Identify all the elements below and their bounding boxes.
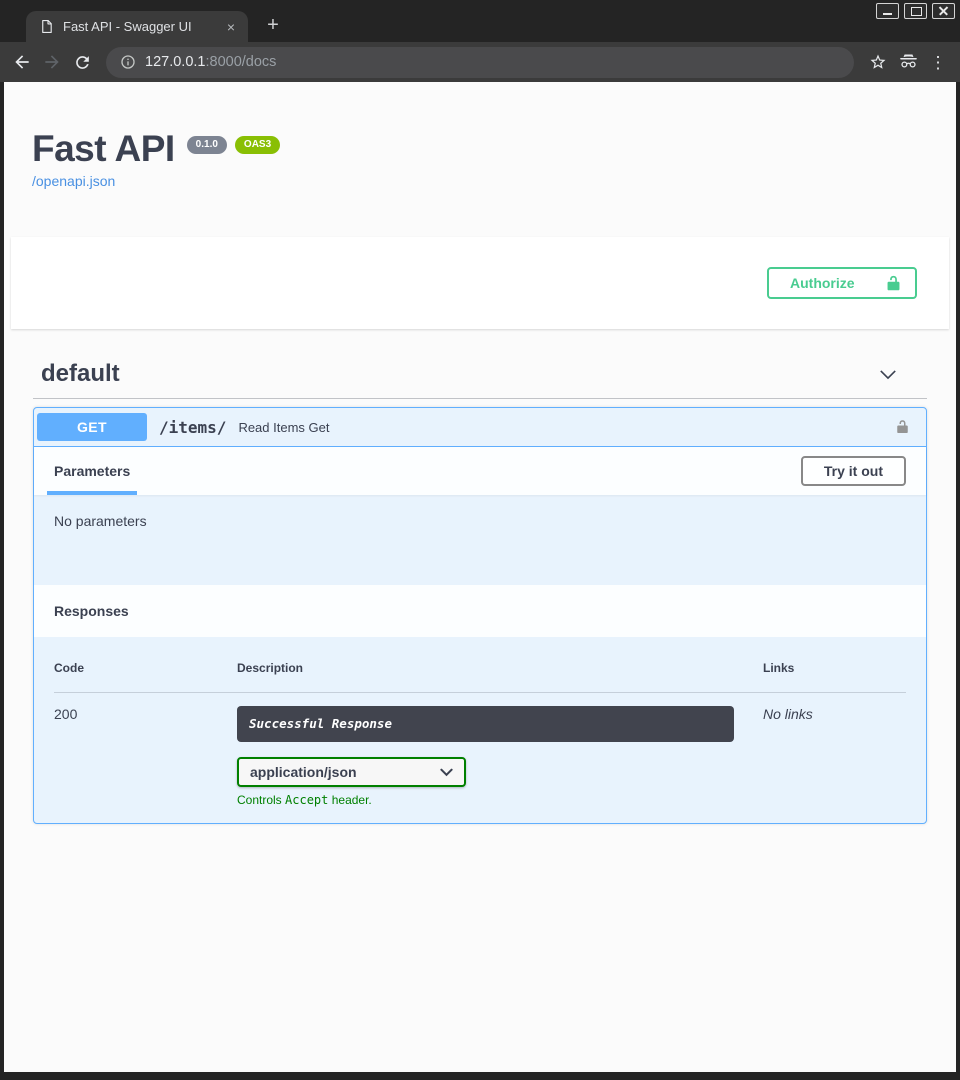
reload-icon[interactable] xyxy=(70,50,94,74)
window-bottom-frame xyxy=(0,1072,960,1080)
accept-note-code: Accept xyxy=(285,793,328,807)
tag-section-header[interactable]: default xyxy=(33,360,927,399)
incognito-icon xyxy=(896,50,920,74)
tab-close-icon[interactable]: × xyxy=(224,20,238,34)
operations-wrapper: default GET /items/ Read Items Get Param… xyxy=(4,360,956,824)
header-links: Links xyxy=(763,661,906,675)
page-title: Fast API xyxy=(32,129,175,169)
minimize-button[interactable] xyxy=(876,3,899,19)
authorize-button[interactable]: Authorize xyxy=(767,267,917,299)
chevron-down-icon[interactable] xyxy=(879,369,897,380)
window-controls xyxy=(876,3,955,19)
version-badge: 0.1.0 xyxy=(187,136,227,154)
browser-toolbar: 127.0.0.1:8000/docs ⋮ xyxy=(0,42,960,82)
address-bar[interactable]: 127.0.0.1:8000/docs xyxy=(106,47,854,78)
openapi-spec-link[interactable]: /openapi.json xyxy=(32,173,115,189)
responses-title: Responses xyxy=(54,603,129,619)
operation-summary-text: Read Items Get xyxy=(238,420,329,435)
url-host: 127.0.0.1 xyxy=(145,54,205,70)
parameters-header: Parameters Try it out xyxy=(34,447,926,495)
header-description: Description xyxy=(237,661,763,675)
responses-body: Code Description Links 200 Successful Re… xyxy=(34,637,926,823)
bookmark-star-icon[interactable] xyxy=(866,50,890,74)
select-chevron-icon xyxy=(440,768,453,777)
url-path: :8000/docs xyxy=(205,54,276,70)
responses-header: Responses xyxy=(34,585,926,637)
browser-titlebar: Fast API - Swagger UI × + xyxy=(0,0,960,42)
tab-title: Fast API - Swagger UI xyxy=(63,19,224,34)
info-icon[interactable] xyxy=(120,54,136,70)
method-badge: GET xyxy=(37,413,147,441)
url-text: 127.0.0.1:8000/docs xyxy=(145,54,276,70)
swagger-page: Fast API 0.1.0 OAS3 /openapi.json Author… xyxy=(4,82,956,1072)
scheme-container: Authorize xyxy=(11,237,949,329)
authorize-label: Authorize xyxy=(790,275,855,291)
new-tab-button[interactable]: + xyxy=(260,13,286,39)
oas3-badge: OAS3 xyxy=(235,136,280,154)
maximize-button[interactable] xyxy=(904,3,927,19)
operation-path: /items/ xyxy=(159,418,226,437)
tag-name: default xyxy=(41,360,120,388)
response-links: No links xyxy=(763,706,906,807)
browser-window: Fast API - Swagger UI × + 127.0.0.1:8000… xyxy=(0,0,960,1080)
header-code: Code xyxy=(54,661,237,675)
response-row-200: 200 Successful Response application/json… xyxy=(54,693,906,807)
document-favicon-icon xyxy=(39,19,54,34)
try-it-out-button[interactable]: Try it out xyxy=(801,456,906,486)
tab-parameters: Parameters xyxy=(47,447,137,495)
back-icon[interactable] xyxy=(10,50,34,74)
responses-table-header: Code Description Links xyxy=(54,661,906,693)
no-parameters-text: No parameters xyxy=(54,513,147,529)
kebab-menu-icon[interactable]: ⋮ xyxy=(926,50,950,74)
close-button[interactable] xyxy=(932,3,955,19)
authorization-lock-icon[interactable] xyxy=(895,418,910,436)
unlock-icon xyxy=(885,275,902,292)
response-code: 200 xyxy=(54,706,237,807)
response-description: Successful Response xyxy=(237,706,734,742)
media-type-select[interactable]: application/json xyxy=(237,757,466,787)
opblock-get-items: GET /items/ Read Items Get Parameters Tr… xyxy=(33,407,927,824)
accept-header-note: Controls Accept header. xyxy=(237,793,734,807)
api-info-section: Fast API 0.1.0 OAS3 /openapi.json xyxy=(4,82,956,191)
operation-summary[interactable]: GET /items/ Read Items Get xyxy=(34,408,926,447)
accept-note-suffix: header. xyxy=(328,793,371,807)
media-type-value: application/json xyxy=(250,764,357,780)
browser-tab[interactable]: Fast API - Swagger UI × xyxy=(26,11,248,42)
forward-icon[interactable] xyxy=(40,50,64,74)
api-badges: 0.1.0 OAS3 xyxy=(187,136,280,154)
parameters-body: No parameters xyxy=(34,495,926,585)
accept-note-prefix: Controls xyxy=(237,793,285,807)
